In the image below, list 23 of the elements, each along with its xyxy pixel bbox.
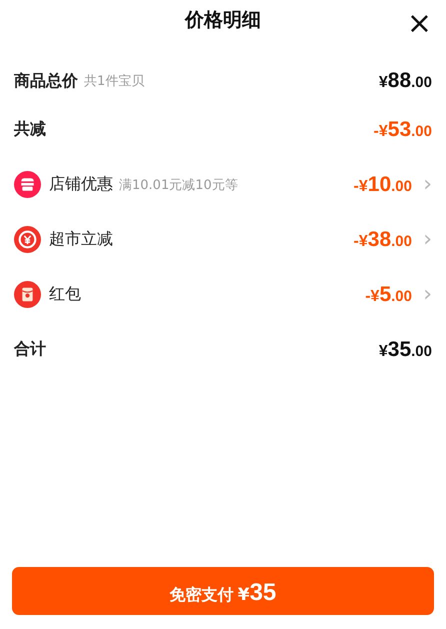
row-note: 共1件宝贝 (84, 73, 144, 90)
pay-button[interactable]: 免密支付 ¥35 (12, 567, 434, 615)
amount-text: -¥53.00 (374, 118, 432, 142)
amount-text: -¥5.00 (365, 282, 412, 306)
row-note: 满10.01元减10元等 (119, 176, 238, 194)
row-label: 共减 (14, 119, 46, 140)
amount-text: -¥10.00 (354, 172, 412, 196)
sheet-title: 价格明细 (185, 8, 261, 33)
amount-text: ¥35.00 (378, 338, 432, 362)
close-button[interactable]: × (404, 10, 434, 38)
amount-text: ¥88.00 (378, 69, 432, 93)
chevron-icon[interactable]: › (418, 282, 432, 307)
row-label: 超市立减 (49, 229, 113, 250)
amount-text: -¥38.00 (354, 228, 412, 252)
envelope-icon (14, 281, 41, 308)
row-label: 红包 (49, 284, 81, 305)
shop-icon (14, 171, 41, 198)
row-label: 店铺优惠 (49, 174, 113, 195)
chevron-icon[interactable]: › (418, 227, 432, 252)
row-label: 合计 (14, 339, 46, 360)
coupon-icon (14, 226, 41, 253)
row-label: 商品总价 (14, 70, 78, 92)
chevron-icon[interactable]: › (418, 172, 432, 197)
